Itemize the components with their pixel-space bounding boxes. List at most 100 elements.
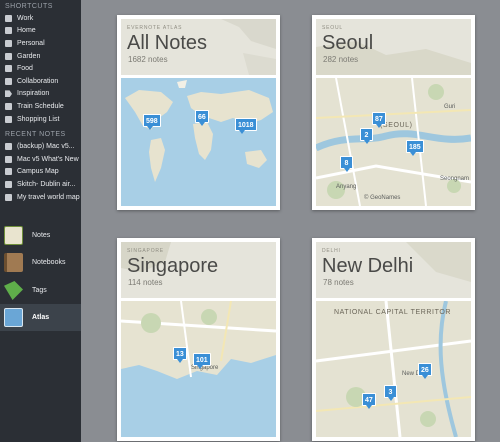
note-icon [5, 143, 12, 151]
nav-atlas[interactable]: Atlas [0, 304, 81, 331]
card-map-new-delhi[interactable]: NATIONAL CAPITAL TERRITOR New Delhi 26 3… [316, 301, 471, 437]
shortcuts-list: Work Home Personal Garden Food Collabora… [0, 12, 81, 125]
note-icon [5, 115, 12, 123]
recent-notes-list: (backup) Mac v5... Mac v5 What's New Cam… [0, 140, 81, 203]
card-header: EVERNOTE ATLAS All Notes 1682 notes [121, 19, 276, 75]
note-icon [5, 102, 12, 110]
nav-notes[interactable]: Notes [0, 222, 81, 249]
card-note-count: 282 notes [323, 55, 359, 64]
world-map-graphic [125, 80, 273, 182]
recent-note-item[interactable]: Mac v5 What's New [0, 153, 81, 166]
shortcut-garden[interactable]: Garden [0, 50, 81, 63]
tag-icon [5, 90, 12, 98]
map-label: Seongnam [440, 176, 470, 182]
shortcut-home[interactable]: Home [0, 25, 81, 38]
note-icon [5, 27, 12, 35]
shortcut-label: Collaboration [17, 77, 59, 85]
nav-label: Tags [32, 287, 47, 294]
new-delhi-map-graphic [316, 301, 471, 437]
card-map-singapore[interactable]: Singapore 13 101 [121, 301, 276, 437]
recent-note-label: Campus Map [17, 168, 59, 176]
note-icon [5, 65, 12, 73]
shortcut-label: Shopping List [17, 115, 60, 123]
card-title: Singapore [127, 255, 219, 277]
note-icon [5, 155, 12, 163]
atlas-card-seoul[interactable]: SEOUL Seoul 282 notes (SEOUL) Guri Seong… [312, 15, 475, 210]
note-icon [5, 193, 12, 201]
card-eyebrow: EVERNOTE ATLAS [127, 25, 183, 31]
shortcut-inspiration[interactable]: Inspiration [0, 88, 81, 101]
shortcut-label: Inspiration [17, 90, 50, 98]
nav-notebooks[interactable]: Notebooks [0, 249, 81, 276]
shortcut-label: Train Schedule [17, 102, 64, 110]
note-icon [5, 14, 12, 22]
shortcuts-heading: SHORTCUTS [5, 3, 53, 10]
note-count-pin[interactable]: 185 [406, 140, 424, 156]
card-header: SINGAPORE Singapore 114 notes [121, 242, 276, 298]
atlas-card-singapore[interactable]: SINGAPORE Singapore 114 notes Singapore … [117, 238, 280, 441]
map-label: Guri [444, 104, 456, 110]
card-note-count: 114 notes [128, 278, 163, 287]
shortcut-train-schedule[interactable]: Train Schedule [0, 100, 81, 113]
atlas-icon [4, 308, 23, 327]
card-header: DELHI New Delhi 78 notes [316, 242, 471, 298]
notes-icon [4, 226, 23, 245]
recent-note-label: My travel world map [17, 193, 80, 201]
card-eyebrow: SEOUL [322, 25, 343, 31]
recent-note-item[interactable]: My travel world map [0, 191, 81, 204]
nav-label: Notebooks [32, 259, 66, 266]
note-count-pin[interactable]: 26 [418, 363, 432, 379]
card-header: SEOUL Seoul 282 notes [316, 19, 471, 75]
recent-note-label: (backup) Mac v5... [17, 143, 75, 151]
map-label: NATIONAL CAPITAL TERRITOR [334, 309, 452, 316]
card-title: New Delhi [322, 255, 414, 277]
sidebar: SHORTCUTS Work Home Personal Garden Food… [0, 0, 81, 442]
nav-tags[interactable]: Tags [0, 277, 81, 304]
card-map-world[interactable]: 598 66 1018 [121, 78, 276, 206]
note-count-pin[interactable]: 66 [195, 110, 209, 126]
shortcut-personal[interactable]: Personal [0, 37, 81, 50]
card-eyebrow: SINGAPORE [127, 248, 164, 254]
nav-label: Notes [32, 232, 51, 239]
shortcut-food[interactable]: Food [0, 62, 81, 75]
note-icon [5, 77, 12, 85]
card-note-count: 78 notes [323, 278, 354, 287]
note-icon [5, 168, 12, 176]
recent-note-label: Skitch- Dublin air... [17, 180, 76, 188]
shortcut-collaboration[interactable]: Collaboration [0, 75, 81, 88]
note-count-pin[interactable]: 598 [143, 114, 161, 130]
recent-note-label: Mac v5 What's New [17, 155, 79, 163]
note-count-pin[interactable]: 3 [384, 385, 397, 401]
card-note-count: 1682 notes [128, 55, 168, 64]
recent-note-item[interactable]: (backup) Mac v5... [0, 140, 81, 153]
shortcut-shopping-list[interactable]: Shopping List [0, 113, 81, 126]
shortcut-work[interactable]: Work [0, 12, 81, 25]
shortcut-label: Work [17, 14, 34, 22]
note-count-pin[interactable]: 87 [372, 112, 386, 128]
shortcut-label: Personal [17, 39, 45, 47]
note-count-pin[interactable]: 47 [362, 393, 376, 409]
note-icon [5, 52, 12, 60]
note-count-pin[interactable]: 8 [340, 156, 353, 172]
atlas-card-all-notes[interactable]: EVERNOTE ATLAS All Notes 1682 notes 598 … [117, 15, 280, 210]
note-count-pin[interactable]: 2 [360, 128, 373, 144]
card-eyebrow: DELHI [322, 248, 341, 254]
recent-notes-heading: RECENT NOTES [5, 131, 66, 139]
nav-label: Atlas [32, 314, 50, 321]
card-title: Seoul [322, 32, 374, 54]
shortcut-label: Garden [17, 52, 41, 60]
card-map-seoul[interactable]: (SEOUL) Guri Seongnam Anyang © GeoNames … [316, 78, 471, 206]
tags-icon [4, 281, 23, 300]
recent-note-item[interactable]: Campus Map [0, 166, 81, 179]
shortcut-label: Food [17, 65, 33, 73]
atlas-card-new-delhi[interactable]: DELHI New Delhi 78 notes NATIONAL CAPITA… [312, 238, 475, 441]
card-title: All Notes [127, 32, 208, 54]
map-attribution: © GeoNames [364, 195, 401, 201]
note-count-pin[interactable]: 101 [193, 353, 211, 369]
map-label: Anyang [336, 184, 357, 190]
recent-note-item[interactable]: Skitch- Dublin air... [0, 178, 81, 191]
note-count-pin[interactable]: 1018 [235, 118, 257, 134]
note-count-pin[interactable]: 13 [173, 347, 187, 363]
note-icon [5, 39, 12, 47]
notebooks-icon [4, 253, 23, 272]
